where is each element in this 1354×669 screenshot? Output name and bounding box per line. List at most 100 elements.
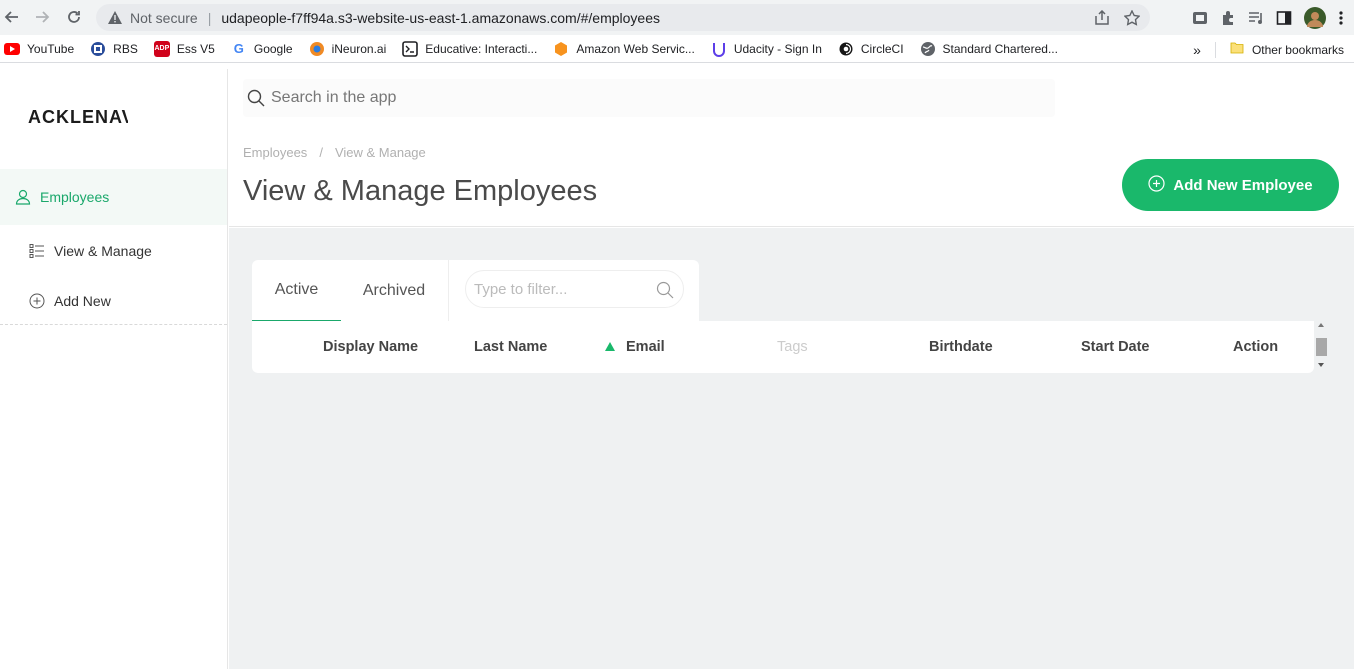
add-button-label: Add New Employee xyxy=(1173,176,1313,194)
reload-icon[interactable] xyxy=(62,5,86,29)
omnibox-divider: | xyxy=(207,9,212,26)
more-bookmarks-button[interactable]: » xyxy=(1193,42,1201,58)
filter-box xyxy=(465,270,684,308)
aws-icon xyxy=(553,41,569,57)
warning-icon xyxy=(108,11,122,25)
tabs-divider xyxy=(448,260,449,322)
bookmark-circleci[interactable]: CircleCI xyxy=(838,41,904,57)
media-icon[interactable] xyxy=(1248,10,1264,31)
extension-icon[interactable] xyxy=(1192,10,1208,31)
column-header-display-name[interactable]: Display Name xyxy=(323,339,418,355)
breadcrumb-view-manage: View & Manage xyxy=(334,145,426,160)
bookmark-label: YouTube xyxy=(27,41,75,56)
youtube-icon xyxy=(4,41,20,57)
filter-input[interactable] xyxy=(474,280,644,298)
folder-icon xyxy=(1230,41,1244,58)
rbs-icon xyxy=(90,41,106,57)
table-scrollbar[interactable] xyxy=(1315,321,1327,373)
ineuron-icon xyxy=(309,41,325,57)
bookmark-ess[interactable]: ADP Ess V5 xyxy=(153,40,215,57)
adp-icon: ADP xyxy=(153,40,170,57)
bookmark-standard-chartered[interactable]: Standard Chartered... xyxy=(920,41,1058,57)
bookmarks-bar: YouTube RBS ADP Ess V5 G Google iNeuron.… xyxy=(0,35,1354,63)
scroll-up-arrow-icon[interactable] xyxy=(1318,323,1324,327)
udacity-icon xyxy=(711,41,727,57)
puzzle-icon[interactable] xyxy=(1220,10,1236,31)
side-panel-icon[interactable] xyxy=(1276,10,1292,31)
list-icon xyxy=(28,242,46,260)
google-icon: G xyxy=(233,41,244,56)
sidebar-item-label: Add New xyxy=(54,293,111,309)
bookmark-label: CircleCI xyxy=(860,41,904,56)
sidebar-item-label: View & Manage xyxy=(54,243,152,259)
avatar[interactable] xyxy=(1304,7,1326,34)
share-icon[interactable] xyxy=(1094,9,1110,29)
column-header-last-name[interactable]: Last Name xyxy=(474,339,547,355)
bookmark-label: Udacity - Sign In xyxy=(733,41,822,56)
forward-icon[interactable] xyxy=(30,5,54,29)
plus-circle-icon xyxy=(28,292,46,310)
bookmark-rbs[interactable]: RBS xyxy=(90,41,138,57)
add-new-employee-button[interactable]: Add New Employee xyxy=(1122,159,1339,211)
page-header: Employees / View & Manage View & Manage … xyxy=(229,69,1354,227)
globe-icon xyxy=(920,41,936,57)
not-secure-label: Not secure xyxy=(130,9,198,26)
breadcrumb-separator: / xyxy=(319,145,323,160)
bookmarks-divider xyxy=(1214,41,1216,58)
bookmark-aws[interactable]: Amazon Web Servic... xyxy=(553,41,695,57)
bookmark-label: Educative: Interacti... xyxy=(425,41,538,56)
extensions-area xyxy=(1192,7,1344,34)
sidebar-item-view-manage[interactable]: View & Manage xyxy=(0,227,227,275)
bookmark-youtube[interactable]: YouTube xyxy=(4,41,74,57)
other-bookmarks-button[interactable]: Other bookmarks xyxy=(1230,41,1344,58)
bookmark-label: iNeuron.ai xyxy=(331,41,387,56)
breadcrumb: Employees / View & Manage xyxy=(243,145,426,160)
bookmark-label: Ess V5 xyxy=(176,41,215,56)
other-bookmarks-label: Other bookmarks xyxy=(1251,42,1344,57)
url-text[interactable]: udapeople-f7ff94a.s3-website-us-east-1.a… xyxy=(221,10,660,26)
bookmark-udacity[interactable]: Udacity - Sign In xyxy=(711,41,822,57)
circleci-icon xyxy=(838,41,854,57)
employees-table: Display Name Last Name Email Tags Birthd… xyxy=(252,321,1314,373)
column-header-start-date[interactable]: Start Date xyxy=(1081,339,1150,355)
bookmark-star-icon[interactable] xyxy=(1123,9,1141,29)
bookmark-educative[interactable]: Educative: Interacti... xyxy=(402,40,538,57)
sidebar: ACKLENAVE Employees View & Manage Add Ne… xyxy=(0,69,228,669)
column-header-tags: Tags xyxy=(777,339,808,355)
scroll-down-arrow-icon[interactable] xyxy=(1318,363,1324,367)
bookmark-label: Standard Chartered... xyxy=(942,41,1058,56)
column-header-email[interactable]: Email xyxy=(626,339,665,355)
column-header-birthdate[interactable]: Birthdate xyxy=(929,339,993,355)
sidebar-divider xyxy=(0,324,227,325)
back-icon[interactable] xyxy=(0,5,24,29)
main-content: Active Archived Display Name Last Name E… xyxy=(229,228,1354,669)
tab-active[interactable]: Active xyxy=(252,260,341,322)
app-search xyxy=(243,79,1055,117)
address-bar[interactable]: Not secure | udapeople-f7ff94a.s3-websit… xyxy=(96,4,1150,31)
bookmark-label: Google xyxy=(253,41,293,56)
bookmark-ineuron[interactable]: iNeuron.ai xyxy=(309,41,387,57)
column-header-action: Action xyxy=(1233,339,1279,355)
search-input[interactable] xyxy=(271,89,971,107)
browser-toolbar: Not secure | udapeople-f7ff94a.s3-websit… xyxy=(0,0,1354,35)
page-title: View & Manage Employees xyxy=(243,175,598,207)
educative-icon xyxy=(402,40,419,57)
breadcrumb-employees[interactable]: Employees xyxy=(243,145,307,160)
user-icon xyxy=(14,188,32,206)
bookmark-label: RBS xyxy=(113,41,138,56)
tabs-card: Active Archived xyxy=(252,260,699,322)
search-icon xyxy=(656,281,674,304)
tab-archived[interactable]: Archived xyxy=(356,260,432,322)
app-root: ACKLENAVE Employees View & Manage Add Ne… xyxy=(0,69,1354,669)
omnibox-actions xyxy=(1094,9,1141,29)
sidebar-item-label: Employees xyxy=(40,189,110,205)
scroll-thumb[interactable] xyxy=(1316,338,1327,356)
sort-ascending-icon[interactable] xyxy=(605,342,615,351)
sidebar-item-employees[interactable]: Employees xyxy=(0,169,227,225)
bookmark-google[interactable]: G Google xyxy=(231,41,293,57)
sidebar-item-add-new[interactable]: Add New xyxy=(0,277,227,325)
logo[interactable]: ACKLENAVE xyxy=(28,107,128,128)
plus-circle-icon xyxy=(1148,174,1165,196)
bookmarks-overflow: » Other bookmarks xyxy=(1193,41,1344,58)
kebab-menu-icon[interactable] xyxy=(1338,10,1344,31)
